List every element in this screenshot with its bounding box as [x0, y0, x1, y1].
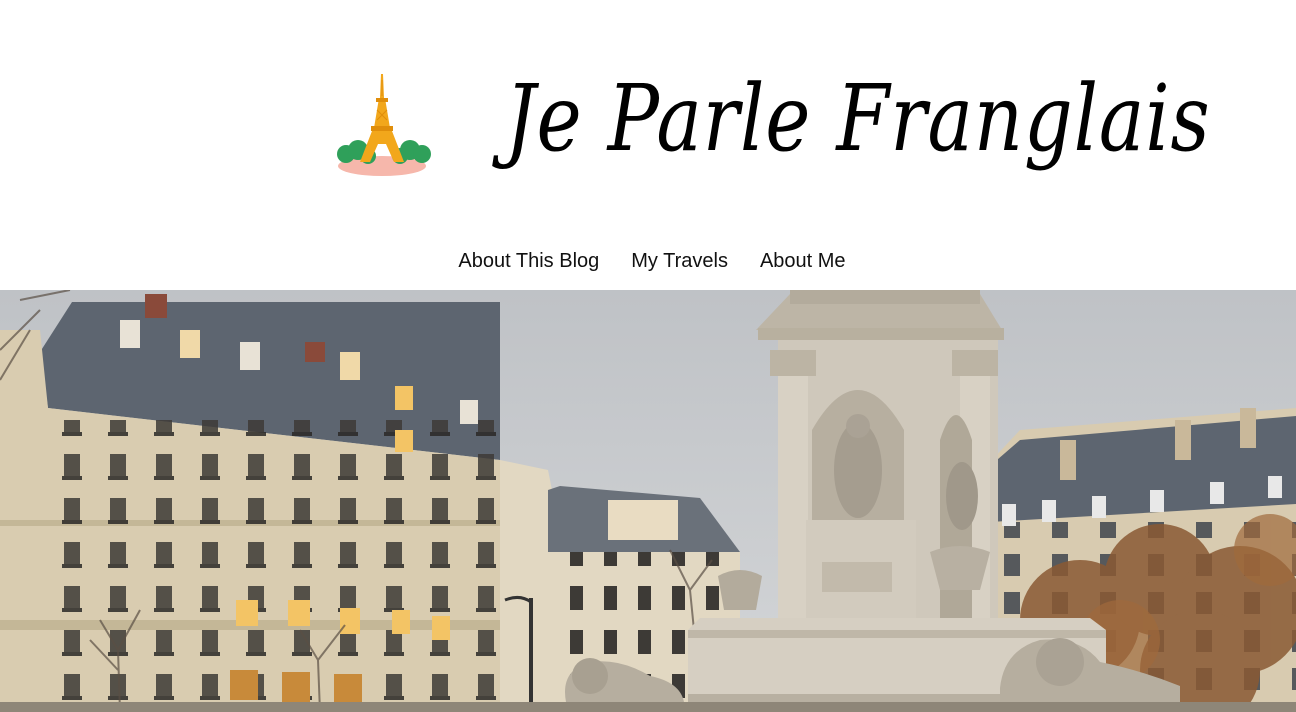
eiffel-tower-icon — [337, 74, 431, 176]
nav-item-about-me[interactable]: About Me — [760, 244, 846, 280]
main-nav: About This Blog My Travels About Me — [0, 244, 1296, 280]
site-title[interactable]: Je Parle Franglais — [505, 44, 1211, 194]
hero-image — [0, 290, 1296, 712]
nav-item-my-travels[interactable]: My Travels — [631, 244, 728, 280]
nav-item-about-this-blog[interactable]: About This Blog — [458, 244, 599, 280]
paris-fountain-photo — [0, 290, 1296, 712]
site-logo[interactable] — [330, 70, 434, 180]
site-header: Je Parle Franglais — [0, 0, 1296, 230]
